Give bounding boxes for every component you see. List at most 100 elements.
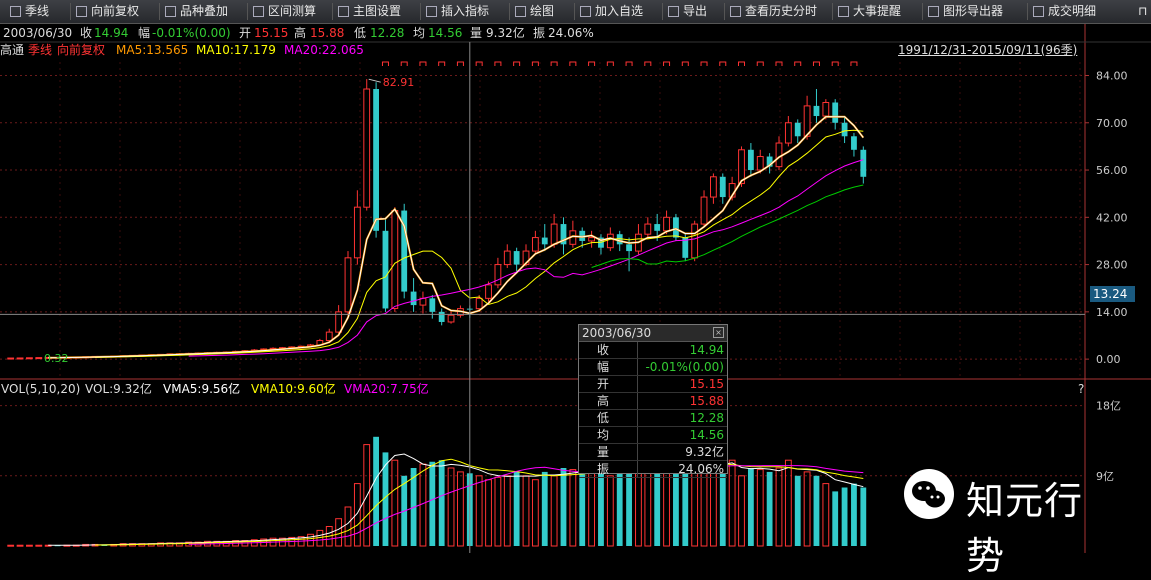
volume-bar	[503, 475, 511, 547]
popup-row-divider	[637, 393, 638, 409]
watermark-text: 知元行势	[966, 479, 1084, 578]
candle-body	[775, 142, 783, 168]
volume-bar	[775, 467, 783, 547]
high-annotation: 82.91	[383, 76, 415, 89]
event-marker	[756, 61, 764, 66]
ma60-line	[591, 184, 864, 268]
event-marker	[606, 61, 614, 66]
popup-row-value: 15.88	[689, 394, 724, 408]
volume-bar	[391, 459, 399, 547]
candle-body	[475, 297, 483, 310]
event-marker	[494, 61, 502, 66]
popup-row-divider	[637, 427, 638, 443]
event-marker	[550, 61, 558, 66]
candle-body	[719, 176, 726, 198]
popup-row: 振 24.06%	[579, 461, 727, 478]
popup-row: 均 14.56	[579, 427, 727, 444]
candle-body	[747, 149, 754, 171]
popup-row-divider	[637, 376, 638, 392]
low-annotation: 0.32	[44, 352, 69, 365]
popup-row-value: -0.01%(0.00)	[645, 360, 724, 374]
popup-row-value: 12.28	[689, 411, 724, 425]
candle-body	[16, 357, 24, 360]
event-marker	[438, 61, 446, 66]
volume-bar	[728, 459, 736, 547]
price-tick-label: 70.00	[1096, 117, 1128, 130]
popup-row-divider	[637, 461, 638, 477]
event-marker	[775, 61, 783, 66]
popup-row-label: 低	[597, 411, 610, 425]
volume-bar	[813, 475, 820, 546]
volume-bar	[860, 487, 867, 546]
candle-body	[429, 298, 436, 312]
candle-body	[344, 257, 352, 313]
volume-bar	[709, 471, 717, 547]
data-popup[interactable]: 2003/06/30 × 收 14.94 幅 -0.01%(0.00) 开 15.15 高 1…	[578, 324, 728, 478]
volume-bar	[569, 469, 577, 547]
close-icon[interactable]: ×	[713, 327, 724, 338]
candle-body	[588, 237, 596, 242]
popup-row-value: 9.32亿	[685, 445, 724, 459]
vol-help-button[interactable]: ?	[1078, 381, 1084, 398]
candle-body	[654, 224, 661, 231]
candle-body	[7, 357, 15, 360]
volume-bar	[560, 468, 567, 546]
event-marker	[569, 61, 577, 66]
candle-body	[626, 244, 632, 252]
candle-body	[606, 233, 614, 249]
volume-bar	[344, 506, 352, 547]
candle-body	[663, 216, 670, 232]
volume-bar	[485, 479, 492, 547]
event-marker	[475, 61, 483, 66]
volume-bar	[851, 483, 857, 546]
volume-bar	[756, 469, 764, 547]
volume-bar	[766, 471, 773, 546]
volume-bar	[419, 463, 427, 547]
volume-bar	[26, 544, 33, 547]
popup-row-label: 高	[597, 394, 610, 408]
popup-row-divider	[637, 342, 638, 358]
candle-body	[822, 102, 830, 117]
candle-body	[513, 251, 520, 265]
vma20-label: VMA20:7.75亿	[344, 382, 429, 396]
event-marker	[644, 61, 652, 66]
volume-bar	[522, 475, 530, 547]
event-marker	[531, 61, 539, 66]
candle-body	[325, 331, 333, 342]
candle-body	[841, 122, 848, 137]
event-marker	[794, 61, 802, 66]
candle-body	[26, 357, 33, 360]
candle-body	[494, 264, 502, 286]
popup-row: 幅 -0.01%(0.00)	[579, 359, 727, 376]
candle-body	[832, 102, 839, 123]
volume-bar	[438, 460, 445, 546]
price-tick-label: 42.00	[1096, 211, 1128, 224]
volume-bar	[682, 468, 689, 546]
candle-body	[851, 136, 857, 150]
price-tick-label: 14.00	[1096, 306, 1128, 319]
popup-row-label: 振	[597, 462, 610, 476]
candle-body	[353, 206, 361, 259]
popup-row-divider	[637, 444, 638, 460]
popup-row-divider	[637, 410, 638, 426]
volume-tick-label: 18亿	[1096, 400, 1121, 413]
volume-bar	[579, 474, 586, 546]
volume-bar	[606, 475, 614, 547]
volume-bar	[794, 475, 801, 546]
price-tick-label: 0.00	[1096, 353, 1121, 366]
vol-name: VOL(5,10,20)	[1, 382, 81, 396]
volume-bar	[335, 518, 343, 547]
volume-bar	[822, 483, 830, 547]
volume-bar	[541, 471, 548, 546]
volume-bar	[673, 471, 679, 546]
volume-bar	[373, 436, 380, 546]
volume-bar	[663, 467, 670, 547]
wechat-icon	[904, 469, 954, 519]
candle-body	[35, 357, 43, 360]
volume-bar	[719, 468, 726, 546]
event-marker	[850, 61, 858, 66]
vol-value: VOL:9.32亿	[85, 382, 152, 396]
event-marker	[513, 61, 521, 66]
vma5-line	[48, 453, 864, 546]
candle-body	[410, 291, 417, 306]
